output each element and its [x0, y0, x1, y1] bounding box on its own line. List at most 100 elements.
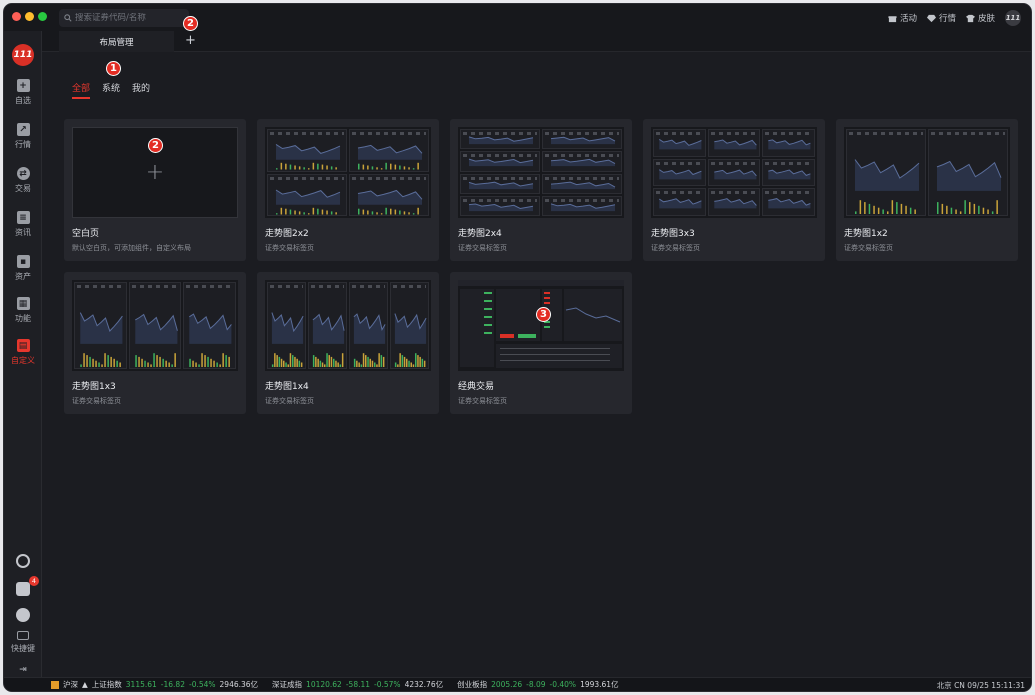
search-box[interactable] [59, 9, 189, 27]
filter-all[interactable]: 全部 [72, 81, 91, 99]
layout-thumbnail [458, 280, 624, 371]
tab-layout-management[interactable]: 布局管理 [59, 31, 174, 52]
shirt-icon [965, 14, 975, 22]
chart-pane [707, 188, 761, 216]
search-input[interactable] [75, 13, 185, 23]
layout-card-grid-2x4[interactable]: 走势图2x4 证券交易标签页 [450, 119, 632, 261]
chart-pane [762, 158, 815, 187]
sidebar-item-news[interactable]: ≡ 资讯 [4, 211, 42, 238]
chart-pane [349, 173, 429, 216]
card-subtitle: 证券交易标签页 [265, 397, 314, 405]
index-value: 10120.62 [306, 680, 342, 689]
shortcut-button[interactable]: 快捷键 [4, 631, 42, 654]
index-pct: -0.40% [549, 680, 577, 689]
chart-pane [460, 129, 540, 150]
skin-button[interactable]: 皮肤 [965, 12, 995, 24]
layout-icon: ▤ [16, 339, 30, 352]
annotation-marker: 2 [183, 16, 198, 31]
title-bar: 2 活动 行情 皮肤 111 [4, 4, 1031, 31]
index-change: -8.09 [526, 680, 546, 689]
sidebar-item-assets[interactable]: ▪ 资产 [4, 255, 42, 282]
market-button[interactable]: 行情 [926, 12, 956, 24]
sidebar-item-label: 自选 [15, 96, 31, 105]
news-icon: ≡ [16, 211, 30, 224]
market-label[interactable]: 沪深 [63, 679, 78, 690]
trend-icon: ↗ [16, 123, 30, 136]
search-icon [64, 14, 72, 22]
message-badge: 4 [29, 576, 39, 586]
index-pct: -0.57% [374, 680, 401, 689]
chart-pane [267, 282, 306, 369]
layout-card-grid-2x2[interactable]: 走势图2x2 证券交易标签页 [257, 119, 439, 261]
card-title: 走势图3x3 [651, 229, 695, 239]
chart-pane [653, 129, 706, 157]
message-icon[interactable] [16, 582, 30, 596]
sidebar-item-label: 自定义 [11, 356, 35, 365]
card-subtitle: 默认空白页，可添加组件，自定义布局 [72, 244, 191, 252]
add-tab-button[interactable]: + [185, 33, 196, 48]
index-name[interactable]: 深证成指 [272, 679, 302, 690]
plus-square-icon: + [16, 79, 30, 92]
activity-label: 活动 [899, 14, 917, 24]
index-volume: 4232.76亿 [404, 680, 444, 689]
chart-pane [183, 282, 236, 369]
card-subtitle: 证券交易标签页 [72, 397, 121, 405]
chart-pane [390, 282, 429, 369]
chart-pane [349, 282, 388, 369]
index-change: -16.82 [160, 680, 185, 689]
app-logo: 111 [12, 44, 34, 66]
market-label: 行情 [938, 14, 956, 24]
close-window-button[interactable] [12, 12, 21, 21]
filter-tabs: 全部 系统 我的 [72, 81, 150, 99]
chart-pane [707, 129, 761, 157]
layout-card-grid-1x4[interactable]: 走势图1x4 证券交易标签页 [257, 272, 439, 414]
sidebar-item-label: 功能 [15, 314, 31, 323]
settings-icon[interactable] [16, 608, 30, 622]
layout-thumbnail [265, 280, 431, 371]
layout-thumbnail [458, 127, 624, 218]
sidebar-item-market[interactable]: ↗ 行情 [4, 123, 42, 150]
shortcut-label: 快捷键 [11, 644, 35, 653]
index-volume: 2946.36亿 [219, 680, 259, 689]
index-name[interactable]: 创业板指 [457, 679, 487, 690]
sidebar-item-functions[interactable]: ▦ 功能 [4, 297, 42, 324]
index-name[interactable]: 上证指数 [92, 679, 122, 690]
layout-card-grid-1x3[interactable]: 走势图1x3 证券交易标签页 [64, 272, 246, 414]
wallet-icon: ▪ [16, 255, 30, 268]
annotation-marker: 3 [536, 307, 551, 322]
sidebar-item-custom[interactable]: ▤ 自定义 [4, 339, 42, 366]
minimize-window-button[interactable] [25, 12, 34, 21]
market-flag-icon [51, 680, 59, 689]
layout-card-classic-trade[interactable]: 3 经典交易 证券交易标签页 [450, 272, 632, 414]
filter-mine[interactable]: 我的 [132, 81, 150, 99]
chart-pane [460, 151, 540, 172]
layout-card-grid-1x2[interactable]: 走势图1x2 证券交易标签页 [836, 119, 1018, 261]
chart-pane [762, 129, 815, 157]
chart-pane [928, 129, 1008, 216]
sidebar-item-watchlist[interactable]: + 自选 [4, 79, 42, 106]
skin-label: 皮肤 [977, 14, 995, 24]
zoom-window-button[interactable] [38, 12, 47, 21]
activity-button[interactable]: 活动 [888, 12, 917, 24]
app-window: 2 活动 行情 皮肤 111 111 + 自选 ↗ 行情 [3, 3, 1032, 692]
card-title: 走势图2x2 [265, 229, 309, 239]
exchange-icon: ⇄ [16, 167, 30, 180]
layout-card-blank[interactable]: + 2 空白页 默认空白页，可添加组件，自定义布局 [64, 119, 246, 261]
layout-card-grid-3x3[interactable]: 走势图3x3 证券交易标签页 [643, 119, 825, 261]
filter-system[interactable]: 系统 [102, 81, 120, 99]
headset-icon[interactable] [16, 554, 30, 568]
chart-pane [846, 129, 926, 216]
sidebar: 111 + 自选 ↗ 行情 ⇄ 交易 ≡ 资讯 ▪ 资产 ▦ 功能 ▤ 自定义 [4, 31, 42, 689]
avatar[interactable]: 111 [1005, 10, 1021, 26]
annotation-marker: 2 [148, 138, 163, 153]
layout-thumbnail [265, 127, 431, 218]
chart-pane [653, 188, 706, 216]
chart-pane [460, 195, 540, 216]
layout-gallery: 1 全部 系统 我的 + 2 空白页 默认空白页，可添加组件，自定义布局 走势图… [42, 52, 1031, 677]
login-icon: ⇥ [19, 664, 27, 675]
sidebar-item-trade[interactable]: ⇄ 交易 [4, 167, 42, 194]
sidebar-item-label: 资产 [15, 272, 31, 281]
chart-pane [267, 129, 347, 172]
index-pct: -0.54% [188, 680, 216, 689]
card-title: 走势图1x4 [265, 382, 309, 392]
